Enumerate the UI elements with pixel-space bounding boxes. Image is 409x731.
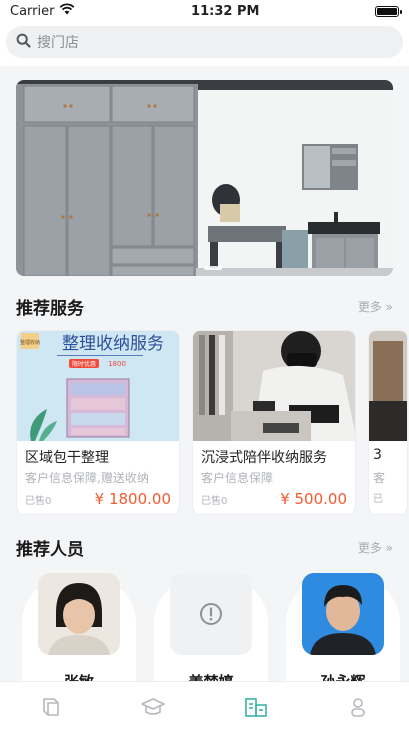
service-card[interactable]: 3 客 已 (368, 330, 408, 515)
service-photo-image (193, 331, 355, 441)
poster-price-text: 1800 (108, 360, 126, 368)
service-sold: 已售0 (201, 495, 228, 507)
status-bar: Carrier 11:32 PM (0, 0, 409, 22)
service-sold: 已售0 (25, 495, 52, 507)
bottom-tab-bar (0, 681, 409, 731)
staff-section-header: 推荐人员 更多 » (0, 535, 409, 560)
alert-circle-icon (200, 603, 222, 625)
banner-carousel[interactable] (16, 80, 393, 276)
staff-carousel[interactable]: 张敏 姜梦婷 孙永辉 (0, 573, 409, 681)
status-left: Carrier (10, 3, 75, 19)
carrier-label: Carrier (10, 3, 55, 19)
search-input[interactable]: 搜门店 (6, 26, 403, 58)
service-desc: 客户信息保障 (201, 471, 274, 485)
services-section-header: 推荐服务 更多 » (0, 294, 409, 319)
service-card[interactable]: 沉浸式陪伴收纳服务 客户信息保障 已售0 ¥ 500.00 (192, 330, 356, 515)
services-more-link[interactable]: 更多 » (358, 298, 393, 315)
service-title: 区域包干整理 (25, 450, 109, 466)
service-title: 沉浸式陪伴收纳服务 (201, 450, 327, 466)
tab-store[interactable] (236, 687, 276, 727)
service-desc: 客 (373, 471, 386, 485)
service-poster-image: 整理收纳 整理收纳服务 限时优惠 1800 (17, 331, 179, 441)
wifi-icon (59, 3, 75, 19)
staff-more-link[interactable]: 更多 » (358, 539, 393, 556)
book-icon (43, 697, 59, 716)
services-carousel[interactable]: 整理收纳 整理收纳服务 限时优惠 1800 区域包干整理 客户信息保障,赠送收纳… (0, 330, 409, 515)
staff-section-title: 推荐人员 (16, 539, 84, 560)
home-content[interactable]: 推荐服务 更多 » 整理收纳 整理收纳服务 限时优惠 1800 区域包干整理 客… (0, 66, 409, 681)
staff-name: 孙永辉 (286, 671, 400, 681)
staff-card[interactable]: 张敏 (22, 573, 136, 681)
poster-title-text: 整理收纳服务 (62, 334, 164, 354)
service-sold: 已 (373, 494, 383, 505)
services-section-title: 推荐服务 (16, 298, 84, 319)
staff-card[interactable]: 孙永辉 (286, 573, 400, 681)
poster-tag-text: 限时优惠 (72, 360, 96, 368)
search-placeholder: 搜门店 (37, 35, 79, 51)
store-icon (244, 697, 267, 717)
service-photo-image (369, 331, 407, 441)
avatar (302, 573, 384, 655)
tab-profile[interactable] (338, 687, 378, 727)
avatar-placeholder (170, 573, 252, 655)
service-price: ¥ 1800.00 (94, 490, 171, 508)
battery-icon (375, 5, 402, 17)
service-title: 3 (373, 447, 382, 463)
avatar (38, 573, 120, 655)
staff-card[interactable]: 姜梦婷 (154, 573, 268, 681)
search-area: 搜门店 (0, 22, 409, 66)
banner-photo (16, 80, 393, 276)
service-desc: 客户信息保障,赠送收纳 (25, 471, 149, 485)
carousel-indicator (204, 266, 222, 270)
search-icon (16, 33, 31, 52)
tab-book[interactable] (31, 687, 71, 727)
service-card[interactable]: 整理收纳 整理收纳服务 限时优惠 1800 区域包干整理 客户信息保障,赠送收纳… (16, 330, 180, 515)
profile-icon (351, 697, 365, 717)
staff-name: 张敏 (22, 671, 136, 681)
status-time: 11:32 PM (191, 3, 260, 19)
service-price: ¥ 500.00 (280, 490, 347, 508)
tab-learn[interactable] (133, 687, 173, 727)
staff-name: 姜梦婷 (154, 671, 268, 681)
poster-badge-text: 整理收纳 (20, 339, 40, 346)
graduation-cap-icon (141, 697, 166, 715)
